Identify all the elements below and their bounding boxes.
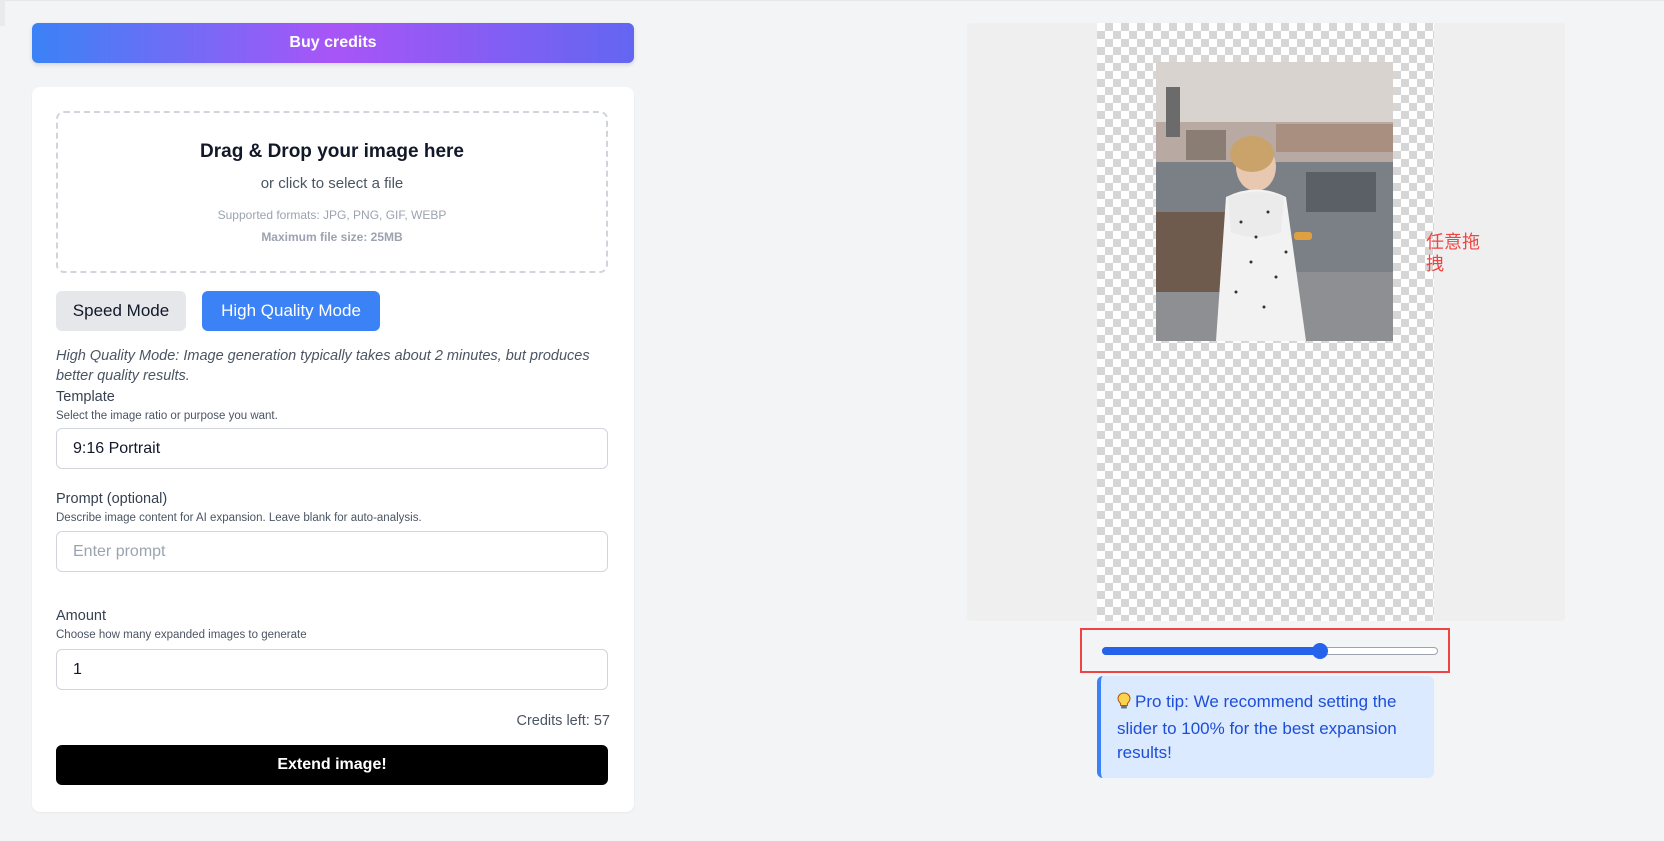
speed-mode-button[interactable]: Speed Mode bbox=[56, 291, 186, 331]
dropzone-subtitle: or click to select a file bbox=[260, 175, 404, 192]
expansion-slider[interactable] bbox=[1080, 628, 1450, 673]
prompt-label: Prompt (optional) bbox=[56, 491, 168, 507]
template-selected-value: 9:16 Portrait bbox=[73, 440, 161, 457]
pro-tip-box: Pro tip: We recommend setting the slider… bbox=[1097, 676, 1434, 778]
template-label: Template bbox=[56, 389, 115, 405]
slider-fill bbox=[1102, 647, 1321, 655]
template-select[interactable]: 9:16 Portrait bbox=[56, 428, 608, 469]
photo-illustration bbox=[1156, 62, 1393, 341]
source-image[interactable] bbox=[1156, 62, 1393, 341]
pro-tip-text: Pro tip: We recommend setting the slider… bbox=[1117, 692, 1397, 762]
corner-edge bbox=[0, 0, 5, 26]
settings-card: Drag & Drop your image here or click to … bbox=[32, 87, 634, 812]
amount-help: Choose how many expanded images to gener… bbox=[56, 629, 307, 641]
prompt-help: Describe image content for AI expansion.… bbox=[56, 512, 422, 524]
dropzone-title: Drag & Drop your image here bbox=[200, 141, 464, 162]
high-quality-mode-button[interactable]: High Quality Mode bbox=[202, 291, 380, 331]
amount-input[interactable]: 1 bbox=[56, 649, 608, 690]
drag-anywhere-annotation: 任意拖拽 bbox=[1426, 232, 1480, 275]
image-dropzone[interactable]: Drag & Drop your image here or click to … bbox=[56, 111, 608, 273]
template-help: Select the image ratio or purpose you wa… bbox=[56, 410, 278, 422]
prompt-input[interactable] bbox=[56, 531, 608, 572]
amount-value: 1 bbox=[73, 661, 82, 678]
supported-formats: Supported formats: JPG, PNG, GIF, WEBP bbox=[217, 208, 447, 222]
amount-label: Amount bbox=[56, 608, 106, 624]
lightbulb-icon bbox=[1117, 692, 1131, 717]
slider-thumb[interactable] bbox=[1312, 643, 1329, 659]
buy-credits-button[interactable]: Buy credits bbox=[32, 23, 634, 63]
max-file-size: Maximum file size: 25MB bbox=[261, 230, 403, 244]
credits-left: Credits left: 57 bbox=[516, 713, 611, 729]
extend-image-button[interactable]: Extend image! bbox=[56, 745, 608, 785]
mode-description: High Quality Mode: Image generation typi… bbox=[56, 348, 590, 384]
top-divider bbox=[0, 0, 1664, 1]
